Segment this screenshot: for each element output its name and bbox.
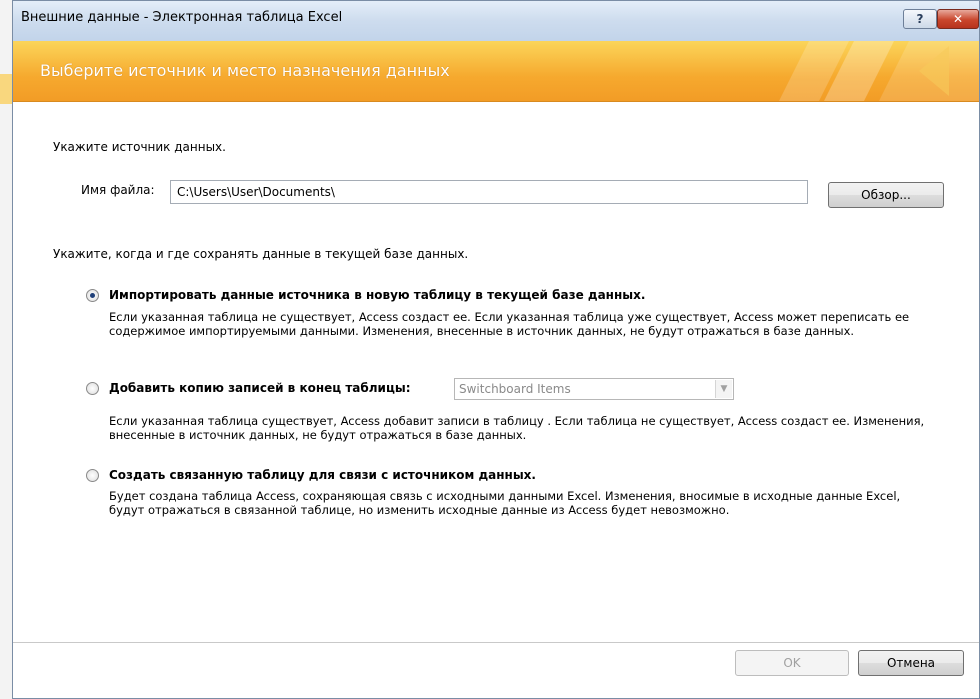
cancel-button[interactable]: Отмена	[858, 650, 964, 676]
radio-append-records[interactable]	[86, 382, 99, 395]
external-data-dialog: Внешние данные - Электронная таблица Exc…	[12, 0, 980, 699]
radio-link-table[interactable]	[86, 469, 99, 482]
chevron-down-icon[interactable]: ▼	[715, 380, 732, 398]
ok-button[interactable]: OK	[735, 650, 849, 676]
destination-label: Укажите, когда и где сохранять данные в …	[53, 247, 469, 261]
target-table-combo[interactable]: Switchboard Items ▼	[454, 378, 734, 400]
option-link-description: Будет создана таблица Access, сохраняюща…	[109, 489, 901, 517]
footer-divider	[13, 642, 979, 643]
option-append-description: Если указанная таблица существует, Acces…	[109, 414, 925, 442]
close-button[interactable]: ✕	[937, 9, 979, 29]
window-title: Внешние данные - Электронная таблица Exc…	[21, 10, 343, 25]
option-append-title[interactable]: Добавить копию записей в конец таблицы:	[109, 381, 411, 395]
radio-import-new-table[interactable]	[86, 289, 99, 302]
file-name-label: Имя файла:	[81, 183, 155, 197]
option-import-description: Если указанная таблица не существует, Ac…	[109, 310, 910, 338]
option-import-title[interactable]: Импортировать данные источника в новую т…	[109, 288, 645, 302]
header-banner: Выберите источник и место назначения дан…	[13, 41, 979, 102]
target-table-value: Switchboard Items	[459, 382, 571, 396]
option-link-title[interactable]: Создать связанную таблицу для связи с ис…	[109, 468, 536, 482]
banner-decoration-icon	[779, 41, 979, 101]
title-bar[interactable]: Внешние данные - Электронная таблица Exc…	[13, 1, 979, 42]
source-label: Укажите источник данных.	[53, 140, 226, 154]
banner-heading: Выберите источник и место назначения дан…	[40, 61, 450, 80]
file-name-input[interactable]	[170, 180, 808, 204]
browse-button[interactable]: Обзор...	[828, 182, 944, 208]
help-button[interactable]: ?	[903, 9, 937, 29]
